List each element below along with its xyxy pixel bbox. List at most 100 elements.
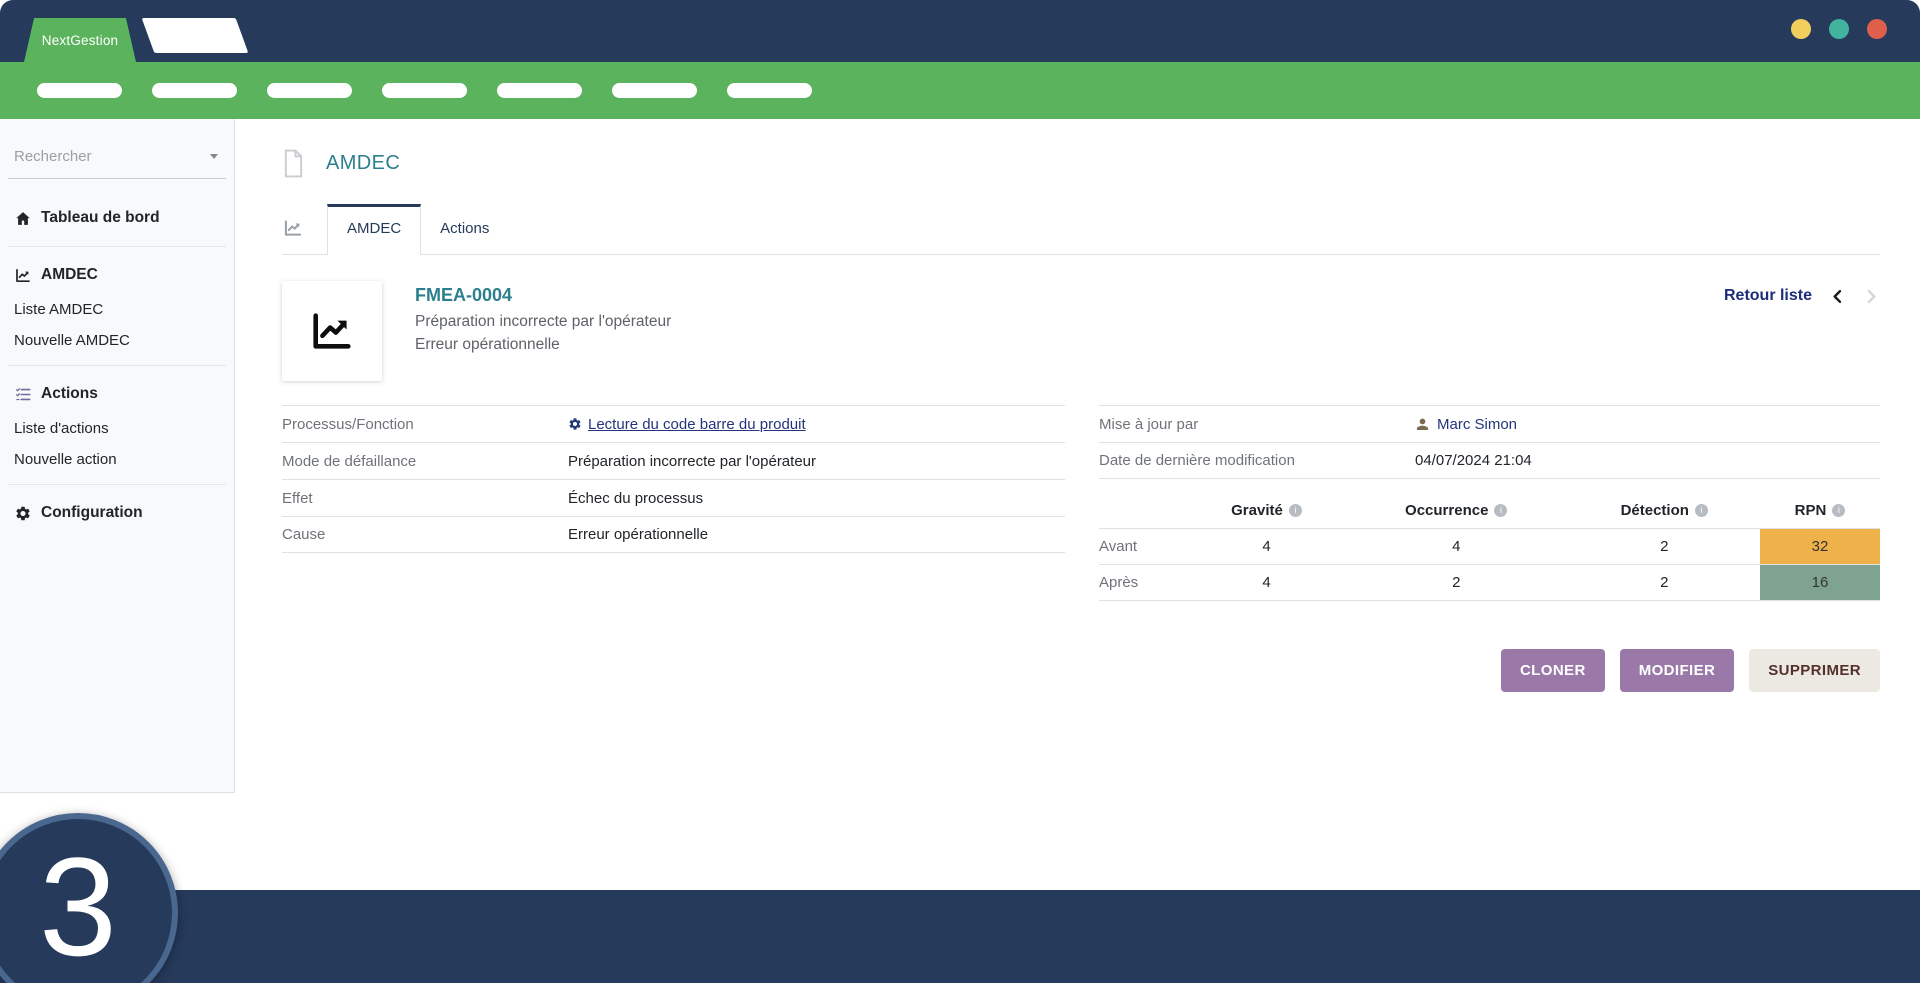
sidebar-section-label: AMDEC — [41, 266, 98, 284]
supprimer-button[interactable]: SUPPRIMER — [1749, 649, 1880, 692]
detail-label: Date de dernière modification — [1099, 452, 1415, 469]
rpn-header-row: GravitéiOccurrenceiDétectioniRPNi — [1099, 495, 1880, 529]
rpn-row-label: Après — [1099, 565, 1189, 601]
body-area: Rechercher Tableau de bord AMDEC Liste AMD… — [0, 119, 1920, 983]
info-icon[interactable]: i — [1289, 504, 1302, 517]
step-indicator: 3 — [0, 813, 178, 983]
chevron-down-icon — [210, 154, 218, 159]
main-nav — [0, 62, 1920, 119]
modifier-button[interactable]: MODIFIER — [1620, 649, 1735, 692]
detail-row: CauseErreur opérationnelle — [282, 516, 1065, 553]
detail-label: Effet — [282, 490, 568, 507]
chart-line-icon — [14, 267, 32, 284]
file-icon — [282, 149, 305, 178]
info-icon[interactable]: i — [1695, 504, 1708, 517]
rpn-value-cell: 2 — [1344, 565, 1568, 601]
tab-actions[interactable]: Actions — [421, 204, 508, 254]
nav-pills — [0, 83, 842, 98]
nav-pill-placeholder[interactable] — [37, 83, 122, 98]
detail-label: Cause — [282, 526, 568, 543]
sidebar-section-label: Actions — [41, 385, 98, 403]
tasks-icon — [14, 386, 32, 403]
nav-pill-placeholder[interactable] — [612, 83, 697, 98]
sidebar-item[interactable]: Liste AMDEC — [14, 294, 220, 325]
nav-pill-placeholder[interactable] — [267, 83, 352, 98]
detail-row: Mode de défaillancePréparation incorrect… — [282, 442, 1065, 479]
nav-pill-placeholder[interactable] — [152, 83, 237, 98]
step-number: 3 — [39, 826, 117, 983]
rpn-table: GravitéiOccurrenceiDétectioniRPNiAvant44… — [1099, 495, 1880, 601]
brand-name: NextGestion — [42, 33, 118, 48]
link-text: Lecture du code barre du produit — [588, 416, 806, 433]
sidebar-item[interactable]: Nouvelle action — [14, 444, 220, 475]
rpn-value-cell: 4 — [1189, 529, 1344, 565]
rpn-result-cell: 16 — [1760, 565, 1880, 601]
detail-label: Processus/Fonction — [282, 416, 568, 433]
chevron-right-icon[interactable] — [1863, 288, 1880, 305]
page-title: AMDEC — [326, 152, 400, 175]
sidebar-item[interactable]: Liste d'actions — [14, 413, 220, 444]
tab-amdec[interactable]: AMDEC — [327, 204, 421, 255]
sidebar-divider — [8, 365, 226, 366]
sidebar-section-header[interactable]: Actions — [14, 375, 220, 413]
sidebar-section-header[interactable]: AMDEC — [14, 256, 220, 294]
pagination: Retour liste — [1724, 281, 1880, 305]
app-window: NextGestion Rechercher Tableau de bord AM… — [0, 0, 1920, 983]
nav-pill-placeholder[interactable] — [497, 83, 582, 98]
sidebar: Rechercher Tableau de bord AMDEC Liste AMD… — [0, 119, 235, 793]
sidebar-menu: Tableau de bordAMDECListe AMDECNouvelle … — [8, 179, 226, 532]
detail-value: Marc Simon — [1415, 416, 1517, 433]
footer-band — [0, 890, 1920, 983]
rpn-result-cell: 32 — [1760, 529, 1880, 565]
cloner-button[interactable]: CLONER — [1501, 649, 1605, 692]
rpn-column-header: Occurrencei — [1344, 495, 1568, 529]
detail-row: Processus/Fonction Lecture du code barre … — [282, 405, 1065, 442]
page-header: AMDEC — [282, 149, 1880, 178]
search-input[interactable]: Rechercher — [8, 140, 226, 179]
user-name: Marc Simon — [1437, 416, 1517, 433]
record-id: FMEA-0004 — [415, 285, 671, 306]
rpn-value-cell: 4 — [1344, 529, 1568, 565]
sidebar-item[interactable]: Nouvelle AMDEC — [14, 325, 220, 356]
sidebar-section-header[interactable]: Configuration — [14, 494, 220, 532]
chart-line-icon — [309, 308, 355, 354]
titlebar: NextGestion — [0, 0, 1920, 62]
rpn-value-cell: 2 — [1568, 565, 1760, 601]
info-icon[interactable]: i — [1494, 504, 1507, 517]
sidebar-divider — [8, 484, 226, 485]
rpn-value-cell: 2 — [1568, 529, 1760, 565]
detail-row: Mise à jour par Marc Simon — [1099, 405, 1880, 442]
rpn-column-header: Gravitéi — [1189, 495, 1344, 529]
back-to-list-link[interactable]: Retour liste — [1724, 287, 1812, 305]
rpn-column-header: RPNi — [1760, 495, 1880, 529]
search-placeholder: Rechercher — [14, 148, 92, 165]
details-right: Mise à jour par Marc Simon Date de dernièr… — [1099, 405, 1880, 479]
yellow-dot — [1791, 19, 1811, 39]
actions-row: CLONER MODIFIER SUPPRIMER — [282, 649, 1880, 692]
detail-value: Erreur opérationnelle — [568, 526, 708, 543]
nav-pill-placeholder[interactable] — [382, 83, 467, 98]
detail-label: Mode de défaillance — [282, 453, 568, 470]
nav-pill-placeholder[interactable] — [727, 83, 812, 98]
record-icon-card — [282, 281, 382, 381]
record-subtitle: Erreur opérationnelle — [415, 336, 671, 354]
tab-chart[interactable] — [282, 204, 327, 254]
record-header: FMEA-0004 Préparation incorrecte par l'o… — [282, 281, 1880, 381]
teal-dot — [1829, 19, 1849, 39]
traffic-lights — [1791, 19, 1887, 39]
chevron-left-icon[interactable] — [1829, 288, 1846, 305]
gear-icon — [568, 417, 582, 431]
gear-icon — [14, 505, 32, 522]
brand-tab: NextGestion — [24, 18, 136, 62]
detail-row: Date de dernière modification04/07/2024 … — [1099, 442, 1880, 479]
sidebar-section-label: Tableau de bord — [41, 209, 160, 227]
main-content: AMDEC AMDEC Actions FMEA-0004 Préparatio… — [236, 119, 1920, 692]
detail-label: Mise à jour par — [1099, 416, 1415, 433]
process-function-link[interactable]: Lecture du code barre du produit — [568, 416, 806, 433]
record-titles: FMEA-0004 Préparation incorrecte par l'o… — [415, 281, 671, 381]
sidebar-section-label: Configuration — [41, 504, 143, 522]
info-icon[interactable]: i — [1832, 504, 1845, 517]
chart-line-icon — [282, 218, 304, 238]
sidebar-section-header[interactable]: Tableau de bord — [14, 199, 220, 237]
detail-value: 04/07/2024 21:04 — [1415, 452, 1532, 469]
